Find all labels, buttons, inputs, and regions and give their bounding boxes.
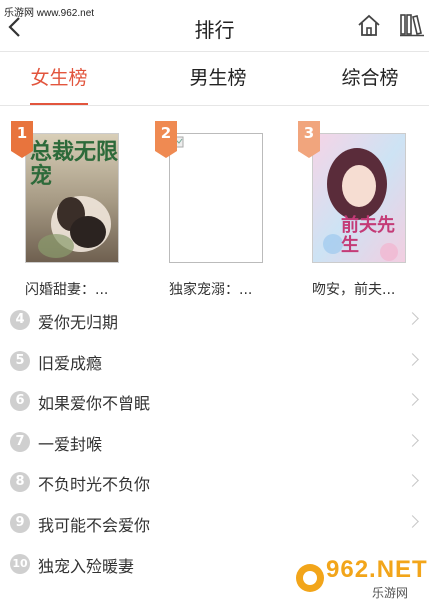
chevron-right-icon [406, 393, 419, 407]
tab-male[interactable]: 男生榜 [178, 52, 258, 106]
home-button[interactable] [356, 12, 382, 38]
rank-number: 10 [10, 553, 30, 574]
list-item-title: 如果爱你不曾眠 [38, 394, 151, 414]
rank-badge-3: 3 [298, 121, 320, 158]
site-watermark: 乐游网 www.962.net [4, 8, 95, 19]
bookshelf-icon [400, 14, 424, 37]
top-book-2[interactable]: 2 独家宠溺：... [155, 121, 265, 298]
list-item[interactable]: 4 爱你无归期 [0, 300, 429, 341]
top-book-1[interactable]: 总裁无限宠 1 闪婚甜妻：... [11, 121, 121, 298]
rank-number: 9 [10, 512, 30, 533]
chevron-right-icon [406, 515, 419, 528]
book-cover: 总裁无限宠 [25, 133, 119, 263]
logo-brand-text: 962.NET [326, 556, 428, 583]
rank-number: 5 [10, 350, 30, 371]
list-item-title: 旧爱成瘾 [38, 353, 103, 373]
home-icon [358, 14, 380, 36]
rank-number: 4 [10, 310, 30, 330]
list-item[interactable]: 8 不负时光不负你 [0, 462, 429, 503]
tab-female[interactable]: 女生榜 [20, 52, 98, 106]
book-cover-placeholder [169, 133, 263, 263]
list-item[interactable]: 7 一爱封喉 [0, 422, 429, 463]
ranking-tabs: 女生榜 男生榜 综合榜 [0, 52, 429, 106]
chevron-right-icon [406, 312, 419, 325]
list-item-title: 爱你无归期 [38, 313, 119, 332]
book-title: 吻安，前夫... [312, 282, 396, 298]
list-item-title: 独宠入殓暖妻 [38, 556, 135, 576]
book-title: 独家宠溺：... [169, 282, 253, 298]
list-item-title: 一爱封喉 [38, 434, 103, 454]
rank-badge-1: 1 [11, 121, 33, 158]
rank-number: 6 [10, 391, 30, 412]
site-logo-watermark: 962.NET 乐游网 [292, 552, 429, 603]
cover-title-text: 总裁无限宠 [30, 139, 119, 189]
active-tab-indicator [30, 103, 88, 105]
rank-badge-2: 2 [155, 121, 177, 158]
logo-sub-text: 乐游网 [372, 586, 409, 600]
list-item[interactable]: 5 旧爱成瘾 [0, 341, 429, 382]
list-item-title: 我可能不会爱你 [38, 515, 151, 535]
tab-overall[interactable]: 综合榜 [330, 52, 410, 106]
rank-number: 7 [10, 431, 30, 452]
list-item-title: 不负时光不负你 [38, 475, 151, 495]
list-item[interactable]: 9 我可能不会爱你 [0, 503, 429, 544]
ranking-list: 4 爱你无归期 5 旧爱成瘾 6 如果爱你不曾眠 7 一爱封喉 8 不负时光不负… [0, 300, 429, 584]
chevron-right-icon [406, 352, 419, 366]
chevron-right-icon [406, 433, 419, 447]
book-title: 闪婚甜妻：... [25, 282, 109, 298]
chevron-right-icon [406, 474, 419, 488]
top-three-books: 总裁无限宠 1 闪婚甜妻：... 2 独家宠溺：... 前夫先生 3 吻安，前夫… [0, 107, 429, 303]
book-cover: 前夫先生 [312, 133, 406, 263]
bookshelf-button[interactable] [399, 12, 425, 38]
cover-title-text: 前夫先生 [341, 215, 395, 256]
rank-number: 8 [10, 472, 30, 493]
top-book-3[interactable]: 前夫先生 3 吻安，前夫... [298, 121, 408, 298]
list-item[interactable]: 6 如果爱你不曾眠 [0, 381, 429, 422]
